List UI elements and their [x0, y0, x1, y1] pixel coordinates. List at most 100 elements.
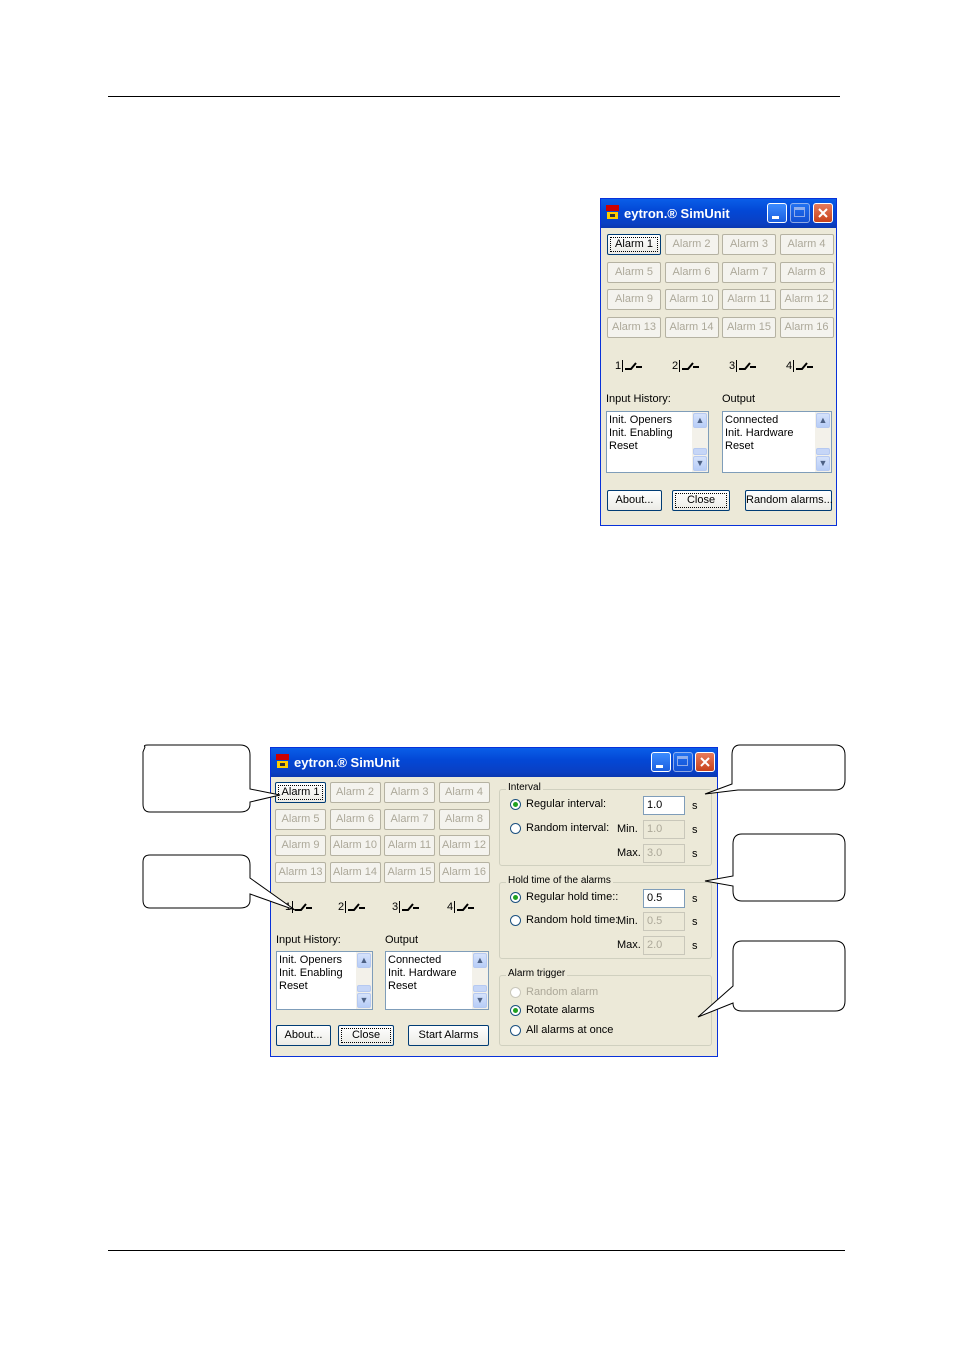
close-button[interactable]: Close — [672, 490, 730, 511]
switch-number: 2 — [338, 901, 345, 913]
rotate-alarms-radio[interactable] — [510, 1005, 521, 1016]
scroll-down-icon[interactable]: ▼ — [693, 456, 707, 471]
output-list[interactable]: Connected Init. Hardware Reset ▲ ▼ — [385, 951, 489, 1010]
switch-2: 2 — [672, 360, 700, 373]
about-button[interactable]: About... — [276, 1025, 331, 1046]
hold-time-group: Hold time of the alarms Regular hold tim… — [499, 875, 712, 959]
random-hold-label: Random hold time: — [526, 914, 619, 926]
window-title: eytron.® SimUnit — [294, 755, 400, 770]
all-alarms-radio[interactable] — [510, 1025, 521, 1036]
regular-interval-input[interactable]: 1.0 — [643, 796, 685, 815]
switch-3: 3 — [729, 360, 757, 373]
title-bar[interactable]: eytron.® SimUnit — [601, 199, 836, 228]
hold-time-group-title: Hold time of the alarms — [506, 875, 613, 886]
switch-4: 4 — [447, 901, 475, 914]
scrollbar[interactable]: ▲ ▼ — [815, 412, 831, 472]
maximize-button — [673, 752, 693, 772]
title-bar[interactable]: eytron.® SimUnit — [271, 748, 717, 777]
header-rule — [108, 96, 840, 97]
alarm-button-12: Alarm 12 — [438, 835, 490, 856]
switch-open-icon — [736, 360, 757, 373]
minimize-button[interactable] — [767, 203, 787, 223]
callout-switches — [142, 854, 296, 911]
close-button[interactable]: Close — [338, 1025, 394, 1046]
scrollbar[interactable]: ▲ ▼ — [692, 412, 708, 472]
scroll-thumb[interactable] — [473, 985, 487, 992]
switch-3: 3 — [392, 901, 420, 914]
switch-4: 4 — [786, 360, 814, 373]
scrollbar[interactable]: ▲ ▼ — [356, 952, 372, 1009]
alarm-button-14: Alarm 14 — [329, 861, 381, 883]
alarm-button-7: Alarm 7 — [384, 808, 435, 830]
unit-label: s — [692, 893, 698, 905]
random-interval-label: Random interval: — [526, 822, 610, 834]
start-alarms-button[interactable]: Start Alarms — [408, 1025, 489, 1046]
regular-hold-input[interactable]: 0.5 — [643, 889, 685, 908]
scroll-up-icon[interactable]: ▲ — [473, 953, 487, 968]
switch-open-icon — [622, 360, 643, 373]
random-interval-radio[interactable] — [510, 823, 521, 834]
scroll-up-icon[interactable]: ▲ — [816, 413, 830, 428]
scroll-up-icon[interactable]: ▲ — [693, 413, 707, 428]
alarm-button-15: Alarm 15 — [722, 316, 776, 338]
output-list[interactable]: Connected Init. Hardware Reset ▲ ▼ — [722, 411, 832, 473]
scroll-down-icon[interactable]: ▼ — [816, 456, 830, 471]
switch-number: 3 — [729, 360, 736, 372]
scroll-thumb[interactable] — [816, 448, 830, 455]
regular-hold-radio[interactable] — [510, 892, 521, 903]
alarm-button-2: Alarm 2 — [329, 782, 381, 803]
scroll-down-icon[interactable]: ▼ — [473, 993, 487, 1008]
window-title: eytron.® SimUnit — [624, 206, 730, 221]
regular-interval-radio[interactable] — [510, 799, 521, 810]
minimize-button[interactable] — [651, 752, 671, 772]
switch-open-icon — [793, 360, 814, 373]
switch-number: 4 — [786, 360, 793, 372]
input-history-list[interactable]: Init. Openers Init. Enabling Reset ▲ ▼ — [606, 411, 709, 473]
alarm-button-9: Alarm 9 — [607, 289, 661, 310]
maximize-icon — [794, 207, 805, 217]
scroll-thumb[interactable] — [693, 448, 707, 455]
alarm-button-1[interactable]: Alarm 1 — [607, 234, 661, 255]
alarm-button-4: Alarm 4 — [779, 234, 834, 255]
alarm-button-13: Alarm 13 — [607, 316, 661, 338]
switch-open-icon — [399, 901, 420, 914]
close-window-button[interactable] — [813, 203, 833, 223]
max-label: Max. — [617, 847, 641, 859]
alarm-button-8: Alarm 8 — [438, 808, 490, 830]
maximize-icon — [677, 756, 688, 766]
scroll-down-icon[interactable]: ▼ — [357, 993, 371, 1008]
rotate-alarms-label: Rotate alarms — [526, 1004, 595, 1016]
switch-1: 1 — [615, 360, 643, 373]
minimize-icon — [772, 216, 779, 219]
simunit-window-large: eytron.® SimUnit Alarm 1 Alarm 2 Alarm 3 Al… — [270, 747, 718, 1057]
output-label: Output — [722, 393, 756, 405]
unit-label: s — [692, 848, 698, 860]
input-history-list[interactable]: Init. Openers Init. Enabling Reset ▲ ▼ — [276, 951, 373, 1010]
alarm-button-6: Alarm 6 — [329, 808, 381, 830]
output-label: Output — [385, 934, 419, 946]
alarm-button-10: Alarm 10 — [329, 835, 381, 856]
switch-open-icon — [345, 901, 366, 914]
switch-number: 3 — [392, 901, 399, 913]
close-icon — [818, 208, 828, 218]
alarm-button-11: Alarm 11 — [722, 289, 776, 310]
scroll-up-icon[interactable]: ▲ — [357, 953, 371, 968]
max-label: Max. — [617, 939, 641, 951]
alarm-button-3: Alarm 3 — [722, 234, 776, 255]
callout-alarm-trigger — [697, 940, 846, 1018]
all-alarms-label: All alarms at once — [526, 1024, 614, 1036]
alarm-button-14: Alarm 14 — [664, 316, 719, 338]
random-hold-radio[interactable] — [510, 915, 521, 926]
about-button[interactable]: About... — [607, 490, 662, 511]
switch-2: 2 — [338, 901, 366, 914]
interval-group-title: Interval — [506, 782, 543, 793]
minimize-icon — [656, 765, 663, 768]
scroll-thumb[interactable] — [357, 985, 371, 992]
random-alarms-button[interactable]: Random alarms... — [745, 490, 833, 511]
regular-interval-label: Regular interval: — [526, 798, 607, 810]
alarm-trigger-group-title: Alarm trigger — [506, 968, 568, 979]
scrollbar[interactable]: ▲ ▼ — [472, 952, 488, 1009]
alarm-trigger-group: Alarm trigger Random alarm Rotate alarms… — [499, 968, 712, 1046]
min-hold-input: 0.5 — [643, 912, 685, 931]
alarm-button-5: Alarm 5 — [607, 261, 661, 283]
